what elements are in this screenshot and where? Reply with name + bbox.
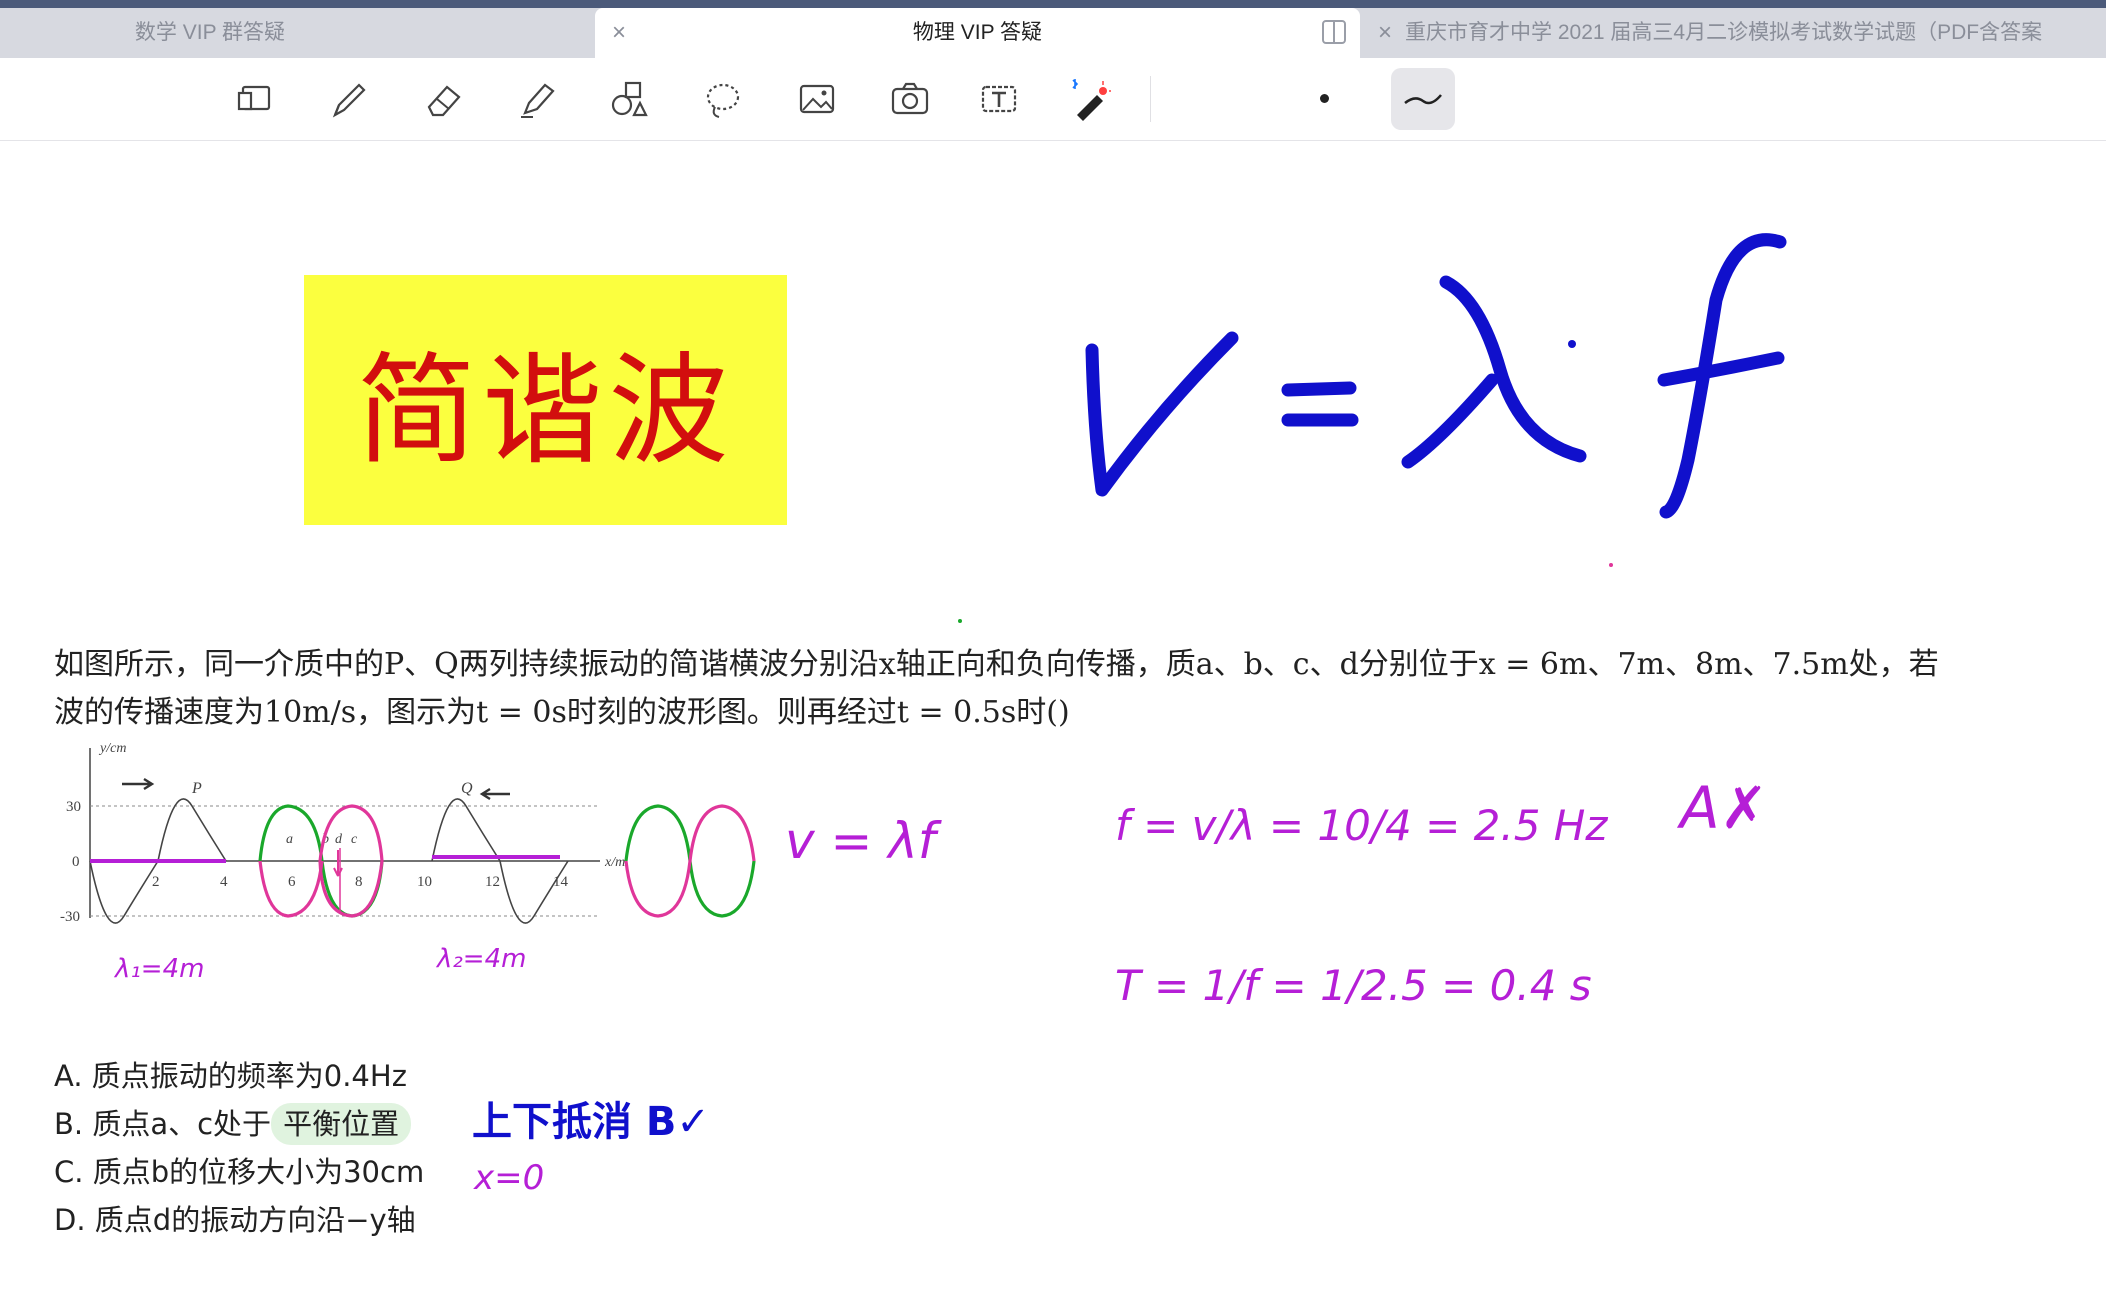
y-axis-label: y/cm (98, 741, 126, 756)
x-tick-12: 12 (485, 874, 500, 890)
option-b[interactable]: B. 质点a、c处于 平衡位置 (54, 1100, 424, 1148)
x-tick-2: 2 (152, 874, 160, 890)
ink-formula-3: T = 1/f = 1/2.5 = 0.4 s (1115, 961, 1592, 1010)
ink-dot (958, 619, 962, 623)
page-icon[interactable] (228, 72, 282, 126)
option-letter: C. (54, 1155, 84, 1189)
ink-lambda-long (1439, 275, 1587, 463)
split-view-icon[interactable] (1322, 20, 1346, 44)
answer-options: A. 质点振动的频率为0.4Hz B. 质点a、c处于 平衡位置 C. 质点b的位… (54, 1052, 424, 1244)
ink-dot (1568, 340, 1576, 348)
wave-q-label: Q (461, 780, 473, 797)
camera-icon[interactable] (883, 72, 937, 126)
y-tick-0: 0 (72, 854, 80, 870)
ink-lambda2: λ₂=4m (435, 944, 526, 974)
title-label-box: 简谐波 (304, 275, 787, 525)
ink-lambda-short (1401, 373, 1499, 469)
option-a[interactable]: A. 质点振动的频率为0.4Hz (54, 1052, 424, 1100)
option-text: 质点d的振动方向沿−y轴 (94, 1203, 416, 1237)
ink-a-note: A✗ (1676, 774, 1768, 842)
tab-physics-vip[interactable]: 物理 VIP 答疑 (595, 8, 1360, 58)
tab-math-vip[interactable]: 数学 VIP 群答疑 (60, 8, 360, 58)
ink-equal-top (1281, 381, 1357, 397)
x-tick-6: 6 (288, 874, 296, 890)
point-a-label: a (286, 832, 293, 847)
option-letter: D. (54, 1203, 86, 1237)
point-d-label: d (335, 832, 343, 847)
image-icon[interactable] (790, 72, 844, 126)
shapes-icon[interactable] (603, 72, 657, 126)
ink-formula-2: f = v/λ = 10/4 = 2.5 Hz (1115, 801, 1608, 850)
option-text: 质点a、c处于 (92, 1107, 272, 1141)
stroke-style-icon[interactable] (1391, 68, 1455, 130)
ink-c-note: x=0 (473, 1158, 544, 1198)
ink-lambda1: λ₁=4m (113, 954, 204, 984)
x-tick-4: 4 (220, 874, 228, 890)
y-tick-neg30: -30 (60, 909, 80, 925)
pen-size-dot-icon[interactable] (1320, 94, 1329, 103)
highlighter-icon[interactable] (510, 72, 564, 126)
ink-formula-v-lambda-f (1085, 233, 1787, 519)
x-axis-label: x/m (604, 855, 625, 870)
ink-pink-wave-aside (624, 804, 756, 918)
pen-icon[interactable] (322, 72, 376, 126)
wave-p-direction-arrow (122, 777, 155, 791)
ink-v-stroke (1085, 331, 1239, 497)
wave-p-label: P (191, 780, 202, 797)
x-tick-8: 8 (355, 874, 363, 890)
question-text: 如图所示，同一介质中的P、Q两列持续振动的简谐横波分别沿x轴正向和负向传播，质a… (54, 641, 2044, 737)
wave-q-direction-arrow (479, 787, 510, 801)
tab-chongqing-exam[interactable]: 重庆市育才中学 2021 届高三4月二诊模拟考试数学试题（PDF含答案 (1405, 8, 2106, 58)
option-d[interactable]: D. 质点d的振动方向沿−y轴 (54, 1196, 424, 1244)
wave-figure: y/cm 30 0 -30 2 4 6 8 10 12 14 x/m P Q a… (60, 741, 756, 925)
close-tab-icon[interactable]: × (612, 8, 626, 58)
ink-pink-arrow (333, 850, 343, 877)
option-text-highlight: 平衡位置 (271, 1103, 412, 1145)
ink-dot (1609, 563, 1613, 567)
option-text: 质点b的位移大小为30cm (92, 1155, 425, 1189)
question-line-2: 波的传播速度为10m/s，图示为t = 0s时刻的波形图。则再经过t = 0.5… (54, 695, 1070, 730)
tab-label: 物理 VIP 答疑 (912, 21, 1043, 44)
question-line-1: 如图所示，同一介质中的P、Q两列持续振动的简谐横波分别沿x轴正向和负向传播，质a… (54, 647, 1939, 682)
tab-bar: 数学 VIP 群答疑 物理 VIP 答疑 × × 重庆市育才中学 2021 届高… (0, 0, 2106, 58)
toolbar (0, 58, 2106, 141)
option-letter: B. (54, 1107, 84, 1141)
point-c-label: c (351, 832, 358, 847)
lasso-icon[interactable] (696, 72, 750, 126)
y-tick-30: 30 (66, 799, 81, 815)
laser-pointer-icon[interactable] (1062, 72, 1116, 126)
textbox-icon[interactable] (972, 72, 1026, 126)
toolbar-divider (1150, 76, 1151, 122)
ink-f-stem (1659, 233, 1787, 519)
close-tab-icon[interactable]: × (1378, 8, 1392, 58)
option-text: 质点振动的频率为0.4Hz (91, 1059, 407, 1093)
eraser-icon[interactable] (416, 72, 470, 126)
ink-f-bar (1657, 351, 1785, 387)
x-tick-10: 10 (417, 874, 432, 890)
option-c[interactable]: C. 质点b的位移大小为30cm (54, 1148, 424, 1196)
option-letter: A. (54, 1059, 83, 1093)
title-label: 简谐波 (356, 342, 735, 481)
ink-formula-1: v = λf (785, 812, 942, 870)
ink-b-note: 上下抵消 B✓ (472, 1099, 710, 1145)
